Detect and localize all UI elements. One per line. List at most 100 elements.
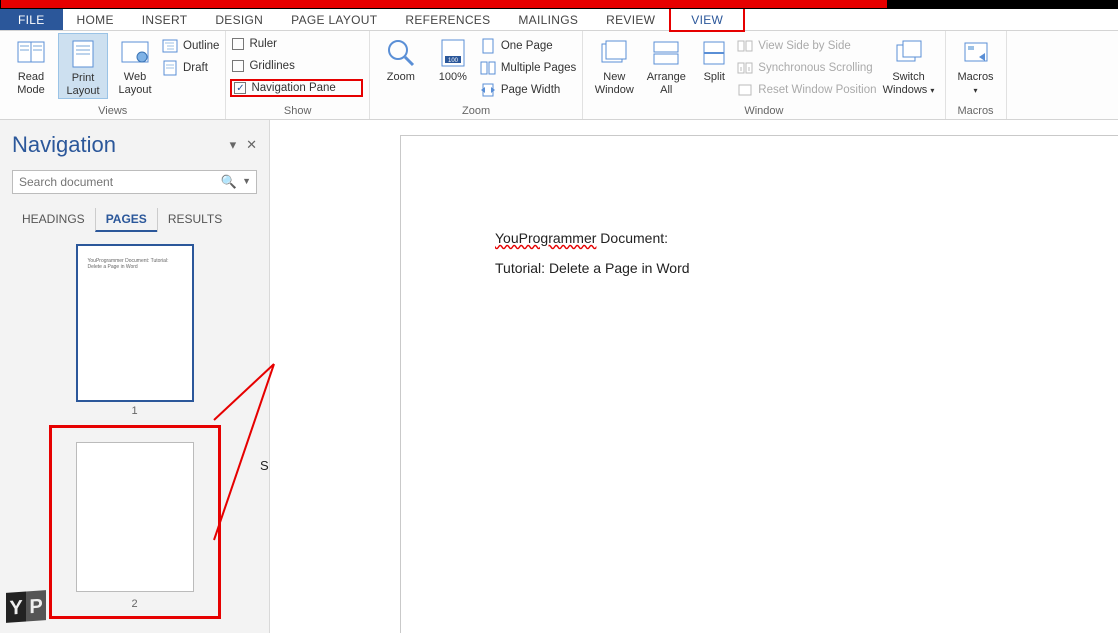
doc-line-1b: Document:	[596, 230, 668, 246]
print-layout-button[interactable]: Print Layout	[58, 33, 108, 99]
tab-home[interactable]: HOME	[63, 9, 128, 30]
outline-label: Outline	[183, 40, 219, 52]
sync-scroll-icon	[737, 60, 753, 76]
tab-review[interactable]: REVIEW	[592, 9, 669, 30]
nav-tab-pages[interactable]: PAGES	[95, 208, 157, 232]
page-thumbnails: YouProgrammer Document: Tutorial: Delete…	[0, 232, 269, 633]
tab-page-layout[interactable]: PAGE LAYOUT	[277, 9, 391, 30]
doc-line-2[interactable]: Tutorial: Delete a Page in Word	[495, 260, 690, 276]
multiple-pages-icon	[480, 60, 496, 76]
one-page-icon	[480, 38, 496, 54]
page-thumbnail-2[interactable]	[76, 442, 194, 592]
zoom-label: Zoom	[387, 71, 415, 84]
nav-close-icon[interactable]: ✕	[246, 137, 257, 153]
switch-windows-button[interactable]: Switch Windows ▾	[879, 33, 939, 97]
tab-view[interactable]: VIEW	[671, 13, 743, 27]
read-mode-button[interactable]: Read Mode	[6, 33, 56, 97]
group-window-label: Window	[589, 103, 938, 119]
multiple-pages-button[interactable]: Multiple Pages	[480, 59, 576, 77]
one-page-button[interactable]: One Page	[480, 37, 576, 55]
arrange-all-label: Arrange All	[643, 71, 689, 97]
print-layout-label: Print Layout	[61, 72, 105, 98]
split-button[interactable]: Split	[693, 33, 735, 84]
zoom-100-icon: 100	[437, 37, 469, 69]
thumb-1-number: 1	[76, 405, 194, 417]
ruler-toggle[interactable]: Ruler	[232, 35, 362, 53]
gridlines-toggle[interactable]: Gridlines	[232, 57, 362, 75]
print-layout-icon	[67, 38, 99, 70]
page-width-icon	[480, 82, 496, 98]
svg-text:P: P	[29, 595, 42, 618]
document-page[interactable]	[400, 135, 1118, 633]
gridlines-checkbox[interactable]	[232, 60, 244, 72]
outline-button[interactable]: Outline	[162, 37, 219, 55]
arrange-all-button[interactable]: Arrange All	[641, 33, 691, 97]
watermark-yp-icon: Y P	[4, 585, 50, 629]
nav-tabs: HEADINGS PAGES RESULTS	[12, 208, 257, 232]
split-label: Split	[704, 71, 725, 84]
highlight-view-tab: VIEW	[669, 7, 745, 32]
chevron-down-icon: ▾	[974, 86, 978, 95]
view-side-by-side-button: View Side by Side	[737, 37, 876, 55]
reset-window-icon	[737, 82, 753, 98]
tab-mailings[interactable]: MAILINGS	[504, 9, 592, 30]
svg-text:100: 100	[448, 58, 459, 64]
multiple-pages-label: Multiple Pages	[501, 62, 576, 74]
thumb-2-number: 2	[52, 598, 218, 610]
outline-icon	[162, 38, 178, 54]
group-macros: Macros ▾ Macros	[946, 31, 1007, 119]
document-area: YouProgrammer Document: Tutorial: Delete…	[270, 120, 1118, 633]
tab-design[interactable]: DESIGN	[201, 9, 277, 30]
draft-button[interactable]: Draft	[162, 59, 219, 77]
zoom-icon	[385, 37, 417, 69]
group-zoom: Zoom 100 100% One Page Multiple Pages Pa…	[370, 31, 583, 119]
tab-file[interactable]: FILE	[0, 9, 63, 30]
page-width-button[interactable]: Page Width	[480, 81, 576, 99]
read-mode-icon	[15, 37, 47, 69]
tab-references[interactable]: REFERENCES	[391, 9, 504, 30]
group-views: Read Mode Print Layout Web Layout Outlin…	[0, 31, 226, 119]
doc-word-underlined: YouProgrammer	[495, 230, 596, 246]
search-icon[interactable]: 🔍	[221, 174, 237, 190]
split-icon	[698, 37, 730, 69]
title-bar	[0, 0, 1118, 9]
search-dropdown-icon[interactable]: ▼	[242, 176, 251, 186]
nav-menu-chevron-icon[interactable]: ▾	[230, 137, 237, 153]
zoom-100-button[interactable]: 100 100%	[428, 33, 478, 84]
tab-insert[interactable]: INSERT	[128, 9, 202, 30]
zoom-100-label: 100%	[439, 71, 467, 84]
nav-search[interactable]: 🔍 ▼	[12, 170, 257, 194]
side-by-side-icon	[737, 38, 753, 54]
navigation-title: Navigation	[12, 132, 116, 158]
new-window-label: New Window	[591, 71, 637, 97]
nav-tab-results[interactable]: RESULTS	[157, 208, 232, 232]
group-macros-label: Macros	[952, 103, 1000, 119]
group-views-label: Views	[6, 103, 219, 119]
ribbon: Read Mode Print Layout Web Layout Outlin…	[0, 31, 1118, 120]
switch-windows-label: Switch Windows	[883, 71, 928, 96]
ribbon-tab-strip: FILE HOME INSERT DESIGN PAGE LAYOUT REFE…	[0, 9, 1118, 31]
macros-label: Macros	[958, 71, 994, 83]
navigation-pane-toggle[interactable]: Navigation Pane	[230, 79, 362, 97]
web-layout-button[interactable]: Web Layout	[110, 33, 160, 97]
gridlines-label: Gridlines	[249, 60, 294, 72]
navigation-pane: Navigation ▾ ✕ 🔍 ▼ HEADINGS PAGES RESULT…	[0, 120, 270, 633]
sync-scroll-button: Synchronous Scrolling	[737, 59, 876, 77]
navigation-pane-checkbox[interactable]	[234, 82, 246, 94]
macros-icon	[960, 37, 992, 69]
new-window-button[interactable]: New Window	[589, 33, 639, 97]
page-thumbnail-1[interactable]: YouProgrammer Document: Tutorial: Delete…	[76, 244, 194, 417]
group-show-label: Show	[232, 103, 362, 119]
new-window-icon	[598, 37, 630, 69]
macros-button[interactable]: Macros ▾	[952, 33, 1000, 97]
group-window: New Window Arrange All Split View Side b…	[583, 31, 945, 119]
doc-line-1[interactable]: YouProgrammer Document:	[495, 230, 668, 246]
ruler-checkbox[interactable]	[232, 38, 244, 50]
sync-scroll-label: Synchronous Scrolling	[758, 62, 872, 74]
one-page-label: One Page	[501, 40, 553, 52]
zoom-button[interactable]: Zoom	[376, 33, 426, 84]
nav-tab-headings[interactable]: HEADINGS	[12, 208, 95, 232]
switch-windows-icon	[893, 37, 925, 69]
annotation-text: Select and Press Delete	[260, 458, 269, 473]
thumb-1-preview-text: YouProgrammer Document: Tutorial: Delete…	[88, 258, 182, 270]
